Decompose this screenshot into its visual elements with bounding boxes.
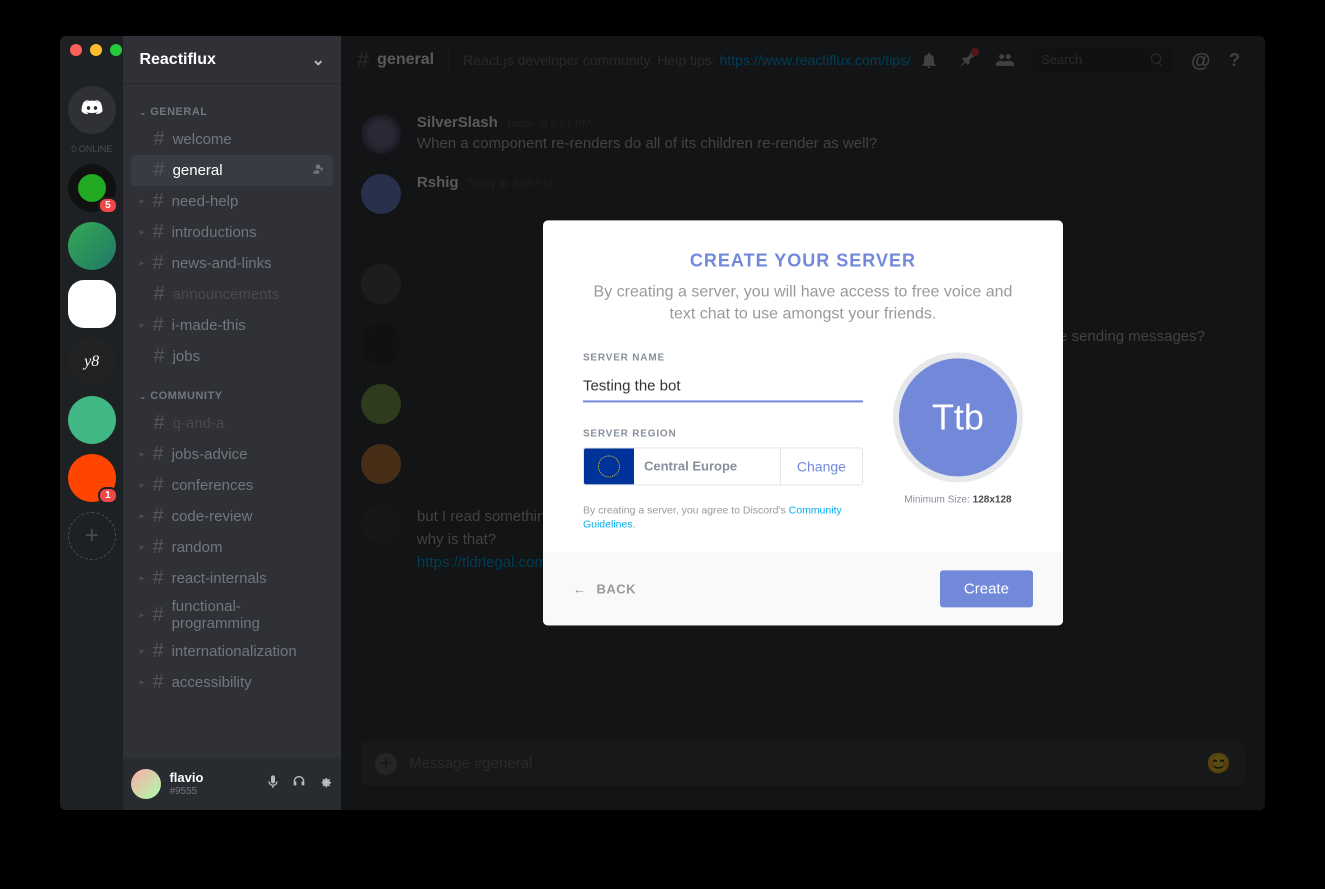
server-item-active[interactable]	[68, 280, 116, 328]
server-name-input[interactable]	[583, 371, 863, 402]
mute-icon[interactable]	[265, 774, 281, 794]
modal-subtitle: By creating a server, you will have acce…	[583, 281, 1023, 326]
online-count: 0 ONLINE	[71, 144, 112, 154]
create-button[interactable]: Create	[940, 571, 1033, 608]
category-label[interactable]: ⌄ GENERAL	[131, 100, 332, 124]
region-name: Central Europe	[634, 448, 780, 484]
channel-i-made-this[interactable]: ▸#i-made-this	[131, 310, 332, 341]
user-discriminator: #9555	[169, 786, 256, 798]
user-bar: flavio #9555	[123, 758, 340, 810]
deafen-icon[interactable]	[291, 774, 307, 794]
invite-icon[interactable]	[311, 162, 325, 180]
server-item[interactable]	[68, 396, 116, 444]
maximize-window-icon[interactable]	[110, 44, 122, 56]
channel-introductions[interactable]: ▸#introductions	[131, 217, 332, 248]
arrow-left-icon: ←	[573, 582, 587, 597]
channel-jobs[interactable]: #jobs	[131, 341, 332, 372]
home-button[interactable]	[68, 86, 116, 134]
channel-conferences[interactable]: ▸#conferences	[131, 470, 332, 501]
server-avatar-upload[interactable]: Ttb	[893, 352, 1023, 482]
server-item[interactable]: 1	[68, 454, 116, 502]
back-button[interactable]: ← BACK	[573, 582, 636, 597]
channel-need-help[interactable]: ▸#need-help	[131, 186, 332, 217]
eu-flag-icon	[584, 448, 634, 484]
guidelines-text: By creating a server, you agree to Disco…	[583, 503, 863, 532]
channel-news-and-links[interactable]: ▸#news-and-links	[131, 248, 332, 279]
server-item[interactable]: 5	[68, 164, 116, 212]
channel-code-review[interactable]: ▸#code-review	[131, 501, 332, 532]
server-list: 0 ONLINE 5 y8 1 +	[60, 36, 123, 810]
channel-jobs-advice[interactable]: ▸#jobs-advice	[131, 439, 332, 470]
username: flavio	[169, 770, 256, 786]
modal-title: CREATE YOUR SERVER	[583, 250, 1023, 271]
chevron-down-icon: ⌄	[312, 50, 325, 70]
close-window-icon[interactable]	[70, 44, 82, 56]
minimize-window-icon[interactable]	[90, 44, 102, 56]
discord-logo-icon	[78, 96, 106, 124]
server-badge: 1	[98, 487, 118, 504]
server-name: Reactiflux	[139, 51, 311, 69]
add-server-button[interactable]: +	[68, 512, 116, 560]
settings-icon[interactable]	[317, 774, 333, 794]
channel-welcome[interactable]: #welcome	[131, 124, 332, 155]
channel-list[interactable]: ⌄ GENERAL #welcome #general ▸#need-help …	[123, 84, 340, 758]
channel-functional-programming[interactable]: ▸#functional-programming	[131, 594, 332, 636]
chat-area: # general React.js developer community. …	[341, 36, 1265, 810]
channel-internationalization[interactable]: ▸#internationalization	[131, 636, 332, 667]
channel-react-internals[interactable]: ▸#react-internals	[131, 563, 332, 594]
server-name-label: SERVER NAME	[583, 352, 863, 363]
category-label[interactable]: ⌄ COMMUNITY	[131, 384, 332, 408]
channel-random[interactable]: ▸#random	[131, 532, 332, 563]
server-header[interactable]: Reactiflux ⌄	[123, 36, 340, 84]
avatar-size-hint: Minimum Size: 128x128	[904, 494, 1011, 505]
discord-window: 0 ONLINE 5 y8 1 + Reactiflux ⌄ ⌄ GENERAL…	[60, 36, 1265, 810]
channel-announcements[interactable]: #announcements	[131, 279, 332, 310]
channel-general[interactable]: #general	[131, 155, 332, 186]
change-region-button[interactable]: Change	[780, 448, 862, 484]
user-info: flavio #9555	[169, 770, 256, 798]
region-selector: Central Europe Change	[583, 447, 863, 485]
server-item[interactable]: y8	[68, 338, 116, 386]
window-traffic-lights[interactable]	[70, 44, 122, 56]
channel-q-and-a[interactable]: #q-and-a	[131, 408, 332, 439]
server-region-label: SERVER REGION	[583, 428, 863, 439]
avatar[interactable]	[131, 769, 161, 799]
server-item[interactable]	[68, 222, 116, 270]
create-server-modal: CREATE YOUR SERVER By creating a server,…	[543, 220, 1063, 625]
channel-accessibility[interactable]: ▸#accessibility	[131, 667, 332, 698]
channel-sidebar: Reactiflux ⌄ ⌄ GENERAL #welcome #general…	[123, 36, 340, 810]
server-badge: 5	[98, 197, 118, 214]
